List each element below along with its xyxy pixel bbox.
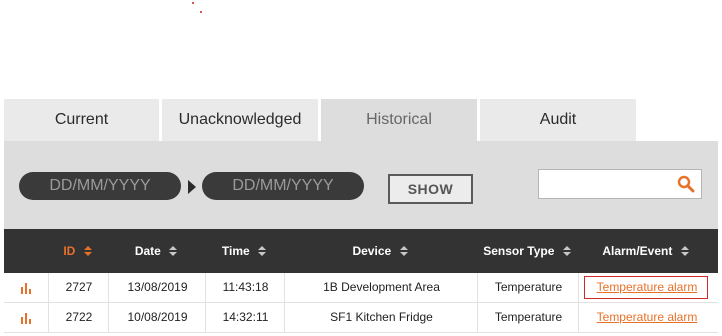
- time-cell: 11:43:18: [205, 273, 285, 302]
- device-cell: 1B Development Area: [284, 273, 478, 302]
- chart-cell[interactable]: [4, 273, 48, 302]
- date-filter-bar: SHOW: [4, 141, 718, 229]
- from-date-input[interactable]: [19, 172, 181, 200]
- bar-chart-icon[interactable]: [20, 282, 32, 294]
- column-header-device[interactable]: Device: [284, 229, 477, 273]
- time-cell: 14:32:11: [205, 303, 285, 332]
- date-cell: 13/08/2019: [108, 273, 206, 302]
- sort-icon: [83, 245, 92, 256]
- alarm-link[interactable]: Temperature alarm: [597, 310, 698, 324]
- tab-historical[interactable]: Historical: [321, 99, 477, 141]
- sort-icon: [258, 245, 267, 256]
- id-cell: 2722: [48, 303, 109, 332]
- search-input[interactable]: [538, 169, 702, 199]
- sort-icon: [562, 245, 571, 256]
- device-cell: SF1 Kitchen Fridge: [284, 303, 478, 332]
- sort-icon: [169, 245, 178, 256]
- sensor-type-cell: Temperature: [477, 273, 579, 302]
- chart-cell[interactable]: [4, 303, 48, 332]
- table-header: ID Date Time Device Sensor Type Alarm/Ev…: [4, 229, 718, 273]
- sort-icon: [399, 245, 408, 256]
- date-cell: 10/08/2019: [108, 303, 206, 332]
- sensor-type-cell: Temperature: [477, 303, 579, 332]
- decorative-dot: [192, 2, 194, 4]
- sort-icon: [680, 245, 689, 256]
- alarm-event-cell: Temperature alarm: [578, 273, 715, 302]
- tab-audit[interactable]: Audit: [480, 99, 636, 141]
- search-icon[interactable]: [677, 175, 695, 193]
- bar-chart-icon[interactable]: [20, 312, 32, 324]
- alarm-link[interactable]: Temperature alarm: [597, 280, 698, 294]
- column-header-id[interactable]: ID: [48, 229, 108, 273]
- column-header-date[interactable]: Date: [108, 229, 205, 273]
- table-row: 2722 10/08/2019 14:32:11 SF1 Kitchen Fri…: [4, 303, 718, 333]
- show-button[interactable]: SHOW: [388, 174, 473, 204]
- to-date-input[interactable]: [202, 172, 364, 200]
- column-header-alarm-event[interactable]: Alarm/Event: [578, 229, 714, 273]
- chart-column-header: [4, 229, 48, 273]
- alarm-event-cell: Temperature alarm: [578, 303, 715, 332]
- decorative-dot: [200, 11, 202, 13]
- column-header-time[interactable]: Time: [205, 229, 284, 273]
- tab-unacknowledged[interactable]: Unacknowledged: [162, 99, 318, 141]
- table-body: 2727 13/08/2019 11:43:18 1B Development …: [4, 273, 718, 333]
- column-header-sensor-type[interactable]: Sensor Type: [477, 229, 578, 273]
- id-cell: 2727: [48, 273, 109, 302]
- table-row: 2727 13/08/2019 11:43:18 1B Development …: [4, 273, 718, 303]
- arrow-right-icon: [188, 180, 196, 194]
- tab-current[interactable]: Current: [4, 99, 159, 141]
- tab-bar: Current Unacknowledged Historical Audit: [4, 99, 718, 141]
